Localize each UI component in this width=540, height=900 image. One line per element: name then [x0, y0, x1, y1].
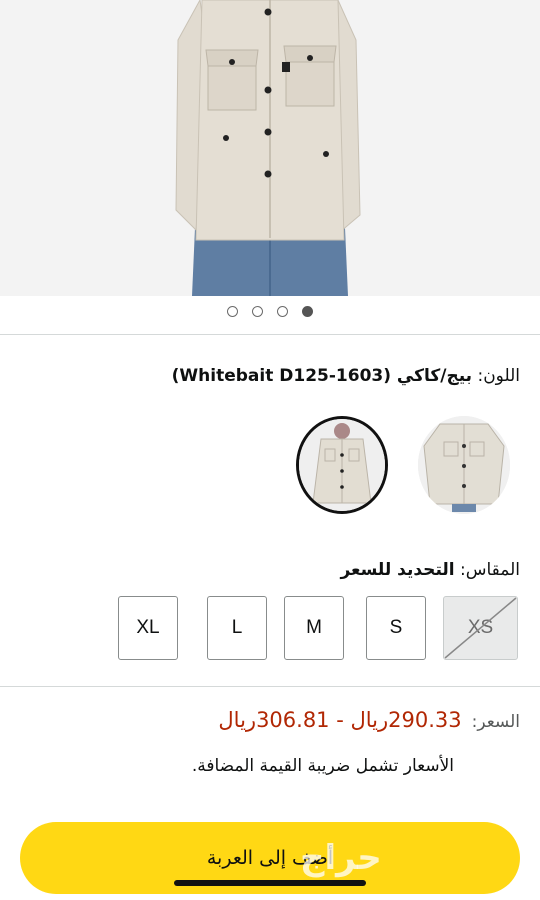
size-selection-line: المقاس: التحديد للسعر — [340, 560, 520, 580]
price-range: 290.33ريال - 306.81ريال — [218, 708, 462, 732]
size-option-xs-unavailable[interactable]: XS — [443, 596, 518, 660]
size-option-label: L — [231, 617, 243, 638]
size-value: التحديد للسعر — [340, 560, 455, 580]
color-swatch-flat[interactable] — [418, 416, 510, 514]
price-label: السعر: — [471, 712, 520, 732]
divider — [0, 334, 540, 335]
size-option-label: M — [306, 617, 322, 638]
beige-jacket-flat — [418, 416, 510, 514]
size-option-m[interactable]: M — [284, 596, 344, 660]
divider — [0, 686, 540, 687]
color-swatch-model-selected[interactable] — [296, 416, 388, 514]
size-option-label: S — [389, 617, 403, 638]
vat-note: الأسعار تشمل ضريبة القيمة المضافة. — [191, 756, 454, 776]
size-option-xl[interactable]: XL — [118, 596, 178, 660]
color-value: بيج/كاكي (Whitebait D125-1603) — [171, 366, 473, 386]
pager-dot-active[interactable] — [302, 306, 313, 317]
color-selection-line: اللون: بيج/كاكي (Whitebait D125-1603) — [172, 366, 520, 386]
image-pager[interactable] — [0, 306, 540, 322]
haraj-watermark: حراج — [300, 838, 382, 878]
pager-dot[interactable] — [252, 306, 263, 317]
beige-jacket-model — [299, 419, 385, 511]
home-indicator — [174, 880, 366, 886]
pager-dot[interactable] — [277, 306, 288, 317]
strike-through-icon — [444, 596, 516, 659]
size-option-l[interactable]: L — [207, 596, 267, 660]
product-image[interactable] — [0, 0, 540, 296]
price-line: السعر: 290.33ريال - 306.81ريال — [218, 708, 520, 732]
size-option-s[interactable]: S — [366, 596, 426, 660]
color-label: اللون: — [477, 366, 520, 386]
pager-dot[interactable] — [227, 306, 238, 317]
size-option-label: XL — [136, 617, 160, 638]
size-label: المقاس: — [460, 560, 520, 580]
shirt-jacket-model-photo — [0, 0, 540, 296]
